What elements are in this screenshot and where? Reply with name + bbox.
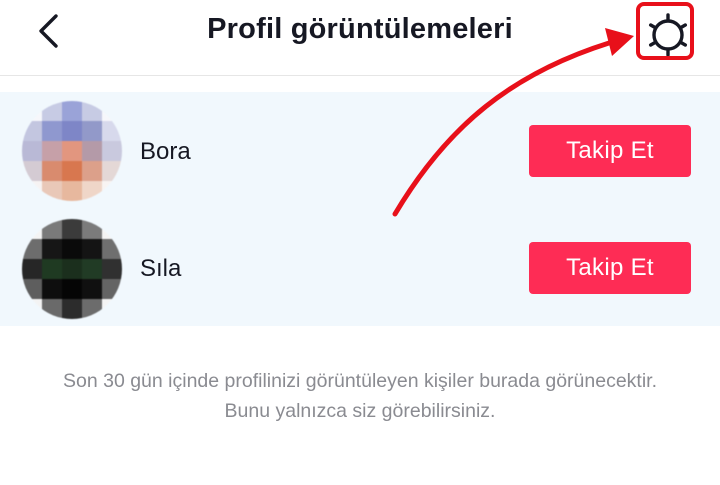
list-item[interactable]: Bora Takip Et (0, 92, 720, 209)
settings-button[interactable] (643, 10, 693, 60)
avatar[interactable] (22, 101, 122, 201)
info-text: Son 30 gün içinde profilinizi görüntüley… (62, 370, 658, 422)
gear-icon (648, 13, 687, 57)
avatar[interactable] (22, 219, 122, 319)
viewer-name: Sıla (140, 255, 182, 282)
page-title: Profil görüntülemeleri (207, 13, 513, 45)
viewer-name: Bora (140, 138, 191, 165)
viewers-list: Bora Takip Et Sıla Takip Et (0, 92, 720, 326)
follow-button[interactable]: Takip Et (529, 125, 691, 177)
top-bar: Profil görüntülemeleri (0, 0, 720, 76)
list-item[interactable]: Sıla Takip Et (0, 209, 720, 326)
blurred-avatar-image (22, 219, 122, 319)
blurred-avatar-image (22, 101, 122, 201)
profile-views-screen: Profil görüntülemeleri Bora Takip Et Sıl… (0, 0, 720, 485)
follow-button[interactable]: Takip Et (529, 242, 691, 294)
